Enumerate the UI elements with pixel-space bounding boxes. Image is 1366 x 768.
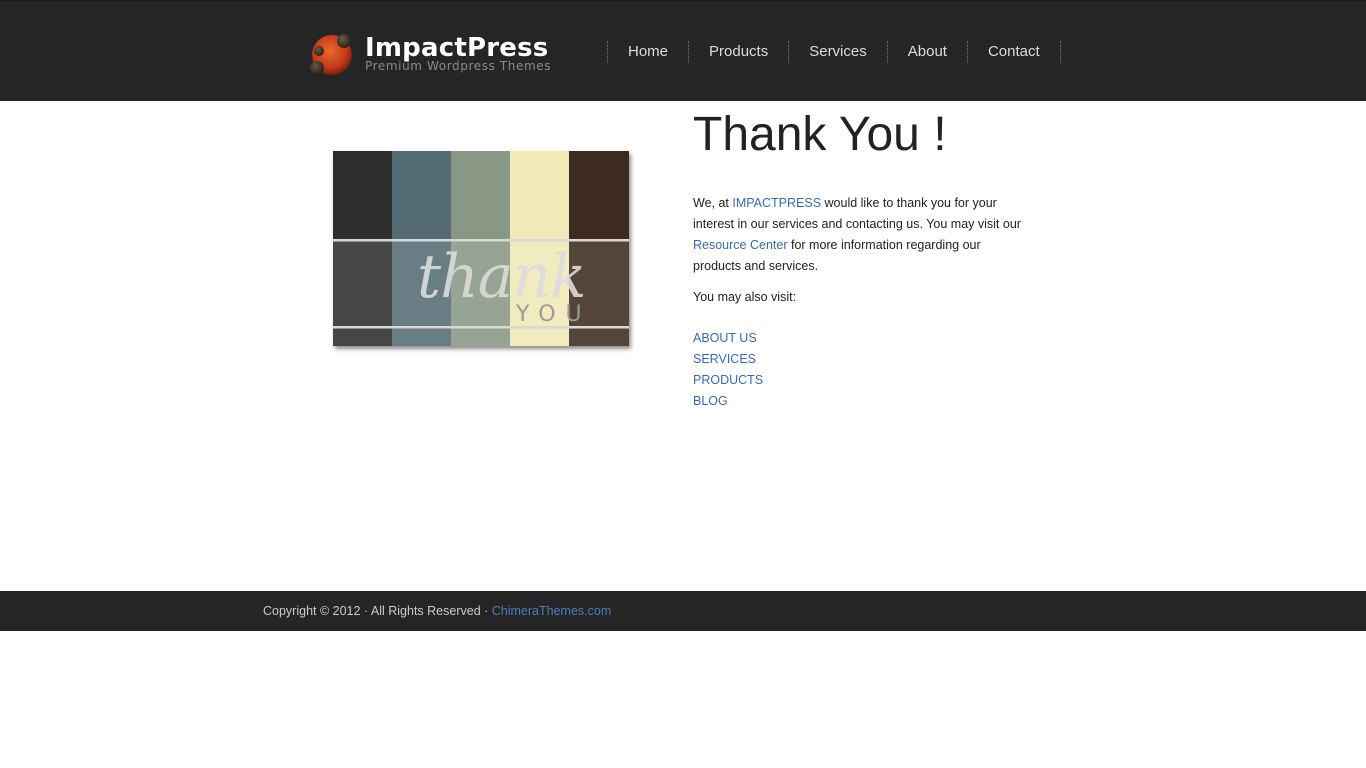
nav-home[interactable]: Home bbox=[608, 41, 690, 63]
list-item: BLOG bbox=[693, 391, 763, 412]
nav-about[interactable]: About bbox=[888, 41, 968, 63]
list-item: PRODUCTS bbox=[693, 370, 763, 391]
site-header: ImpactPress Premium Wordpress Themes Hom… bbox=[0, 0, 1366, 101]
main-nav: Home Products Services About Contact bbox=[607, 41, 1061, 63]
list-item: SERVICES bbox=[693, 349, 763, 370]
page-title: Thank You ! bbox=[693, 108, 947, 161]
also-visit-label: You may also visit: bbox=[693, 290, 797, 304]
services-link[interactable]: SERVICES bbox=[693, 352, 756, 366]
intro-paragraph: We, at IMPACTPRESS would like to thank y… bbox=[693, 193, 1023, 277]
nav-products[interactable]: Products bbox=[689, 41, 790, 63]
footer-copyright: Copyright © 2012 · All Rights Reserved ·… bbox=[263, 603, 611, 619]
logo-tagline: Premium Wordpress Themes bbox=[365, 59, 552, 73]
about-us-link[interactable]: ABOUT US bbox=[693, 331, 757, 345]
card-caps-text: YOU bbox=[515, 302, 592, 327]
visit-links-list: ABOUT US SERVICES PRODUCTS BLOG bbox=[693, 328, 763, 412]
site-footer: Copyright © 2012 · All Rights Reserved ·… bbox=[0, 591, 1366, 631]
logo-icon bbox=[310, 34, 352, 75]
list-item: ABOUT US bbox=[693, 328, 763, 349]
blog-link[interactable]: BLOG bbox=[693, 394, 728, 408]
nav-contact[interactable]: Contact bbox=[968, 41, 1061, 63]
products-link[interactable]: PRODUCTS bbox=[693, 373, 763, 387]
copyright-text: Copyright © 2012 · All Rights Reserved · bbox=[263, 604, 492, 618]
nav-services[interactable]: Services bbox=[789, 41, 888, 63]
intro-prefix: We, at bbox=[693, 196, 733, 210]
chimerathemes-link[interactable]: ChimeraThemes.com bbox=[492, 604, 611, 618]
thank-you-card-image: thank YOU bbox=[333, 151, 629, 346]
impactpress-link[interactable]: IMPACTPRESS bbox=[732, 196, 821, 210]
site-logo[interactable]: ImpactPress Premium Wordpress Themes bbox=[308, 31, 558, 81]
resource-center-link[interactable]: Resource Center bbox=[693, 238, 788, 252]
